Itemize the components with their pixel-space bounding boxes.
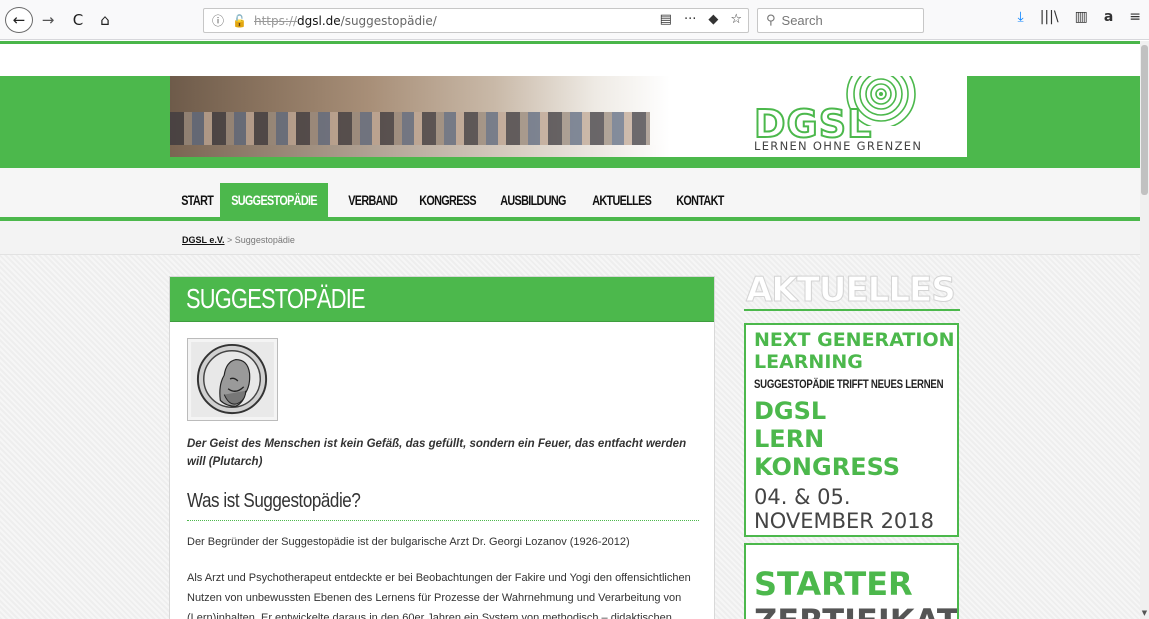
breadcrumb-band — [0, 221, 1140, 255]
search-placeholder: Search — [781, 13, 823, 28]
insecure-lock-icon[interactable]: 🔓 — [232, 14, 248, 28]
promo-line-kongress: KONGRESS — [754, 453, 901, 481]
main-nav: START SUGGESTOPÄDIE VERBAND KONGRESS AUSBILD… — [170, 183, 734, 217]
home-icon[interactable]: ⌂ — [95, 7, 115, 33]
toolbar-right: ⤓ |||\ ▥ a ≡ — [1018, 9, 1142, 25]
sidebar-toggle-icon[interactable]: ▥ — [1075, 9, 1088, 25]
forward-button-icon[interactable]: → — [38, 7, 58, 33]
scrollbar-thumb[interactable] — [1141, 45, 1148, 195]
menu-icon[interactable]: ≡ — [1129, 9, 1141, 25]
nav-item-start[interactable]: START — [170, 183, 224, 217]
url-text[interactable]: https://dgsl.de/suggestopädie/ — [254, 14, 437, 28]
bookmark-star-icon[interactable]: ☆ — [730, 12, 742, 27]
promo-line-month: NOVEMBER 2018 — [754, 509, 935, 533]
portrait-medallion-icon — [191, 342, 274, 417]
browser-toolbar: ← → C ⌂ ⓘ 🔓 https://dgsl.de/suggestopädi… — [0, 0, 1149, 40]
page-scrollbar[interactable]: ▼ — [1140, 41, 1149, 619]
download-icon[interactable]: ⤓ — [1018, 9, 1024, 25]
url-host: dgsl.de — [297, 13, 341, 28]
url-scheme: https:// — [254, 13, 298, 28]
promo-line-subtitle: SUGGESTOPÄDIE TRIFFT NEUES LERNEN — [754, 377, 944, 391]
sidebar-heading-rule — [744, 309, 960, 311]
page-title: SUGGESTOPÄDIE — [186, 283, 366, 314]
nav-item-kongress[interactable]: KONGRESS — [408, 183, 487, 217]
starter-zertifikat-card[interactable]: STARTER ZERTIFIKAT — [744, 543, 959, 619]
promo-line-learning: LEARNING — [754, 351, 863, 373]
amazon-icon[interactable]: a — [1104, 9, 1113, 25]
promo-line-dgsl: DGSL — [754, 397, 827, 425]
page-viewport: DGSL LERNEN OHNE GRENZEN START SUGGESTOPÄ… — [0, 41, 1140, 619]
promo2-line-starter: STARTER — [754, 565, 913, 603]
nav-item-verband[interactable]: VERBAND — [337, 183, 408, 217]
paragraph-2: Als Arzt und Psychotherapeut entdeckte e… — [187, 572, 691, 619]
card-header: SUGGESTOPÄDIE — [170, 277, 714, 322]
url-bar[interactable]: ⓘ 🔓 https://dgsl.de/suggestopädie/ ▤ ···… — [203, 8, 749, 33]
promo-line-next-generation: NEXT GENERATION — [754, 329, 955, 351]
breadcrumb-current: Suggestopädie — [234, 235, 295, 245]
photo-floor — [170, 145, 670, 157]
library-icon[interactable]: |||\ — [1040, 9, 1059, 25]
plutarch-quote: Der Geist des Menschen ist kein Gefäß, d… — [187, 438, 687, 468]
pocket-icon[interactable]: ◆ — [708, 12, 718, 27]
url-actions: ▤ ··· ◆ ☆ — [660, 12, 742, 27]
promo-line-date: 04. & 05. — [754, 485, 851, 509]
nav-item-aktuelles[interactable]: AKTUELLES — [581, 183, 662, 217]
nav-item-suggestop-die[interactable]: SUGGESTOPÄDIE — [220, 183, 329, 217]
reload-icon[interactable]: C — [68, 7, 88, 33]
reader-view-icon[interactable]: ▤ — [660, 12, 672, 27]
nav-item-kontakt[interactable]: KONTAKT — [665, 183, 735, 217]
promo-line-lern: LERN — [754, 425, 825, 453]
plutarch-portrait-image[interactable] — [187, 338, 278, 421]
page-actions-icon[interactable]: ··· — [684, 12, 696, 27]
section-heading: Was ist Suggestopädie? — [187, 490, 361, 512]
search-field[interactable]: ⚲ Search — [757, 8, 924, 33]
search-icon: ⚲ — [766, 13, 776, 28]
kongress-promo-card[interactable]: NEXT GENERATION LEARNING SUGGESTOPÄDIE T… — [744, 323, 959, 537]
sidebar-heading: AKTUELLES — [746, 270, 957, 311]
breadcrumb-home-link[interactable]: DGSL e.V. — [182, 235, 225, 245]
breadcrumb: DGSL e.V. > Suggestopädie — [182, 235, 295, 245]
logo[interactable]: DGSL LERNEN OHNE GRENZEN — [670, 76, 967, 157]
info-icon[interactable]: ⓘ — [212, 12, 228, 29]
breadcrumb-separator: > — [224, 235, 235, 245]
nav-item-ausbildung[interactable]: AUSBILDUNG — [489, 183, 577, 217]
section-divider — [187, 520, 699, 521]
paragraph-1: Der Begründer der Suggestopädie ist der … — [187, 536, 630, 548]
header-photo — [170, 76, 670, 157]
header-top-strip — [0, 44, 1140, 76]
url-path: /suggestopädie/ — [340, 13, 437, 28]
scroll-down-arrow-icon[interactable]: ▼ — [1140, 609, 1149, 617]
back-button-icon[interactable]: ← — [5, 7, 33, 33]
promo2-line-zertifikat: ZERTIFIKAT — [754, 602, 957, 619]
content-card: SUGGESTOPÄDIE Der Geist des Menschen ist… — [169, 276, 715, 619]
logo-tagline: LERNEN OHNE GRENZEN — [754, 139, 923, 153]
